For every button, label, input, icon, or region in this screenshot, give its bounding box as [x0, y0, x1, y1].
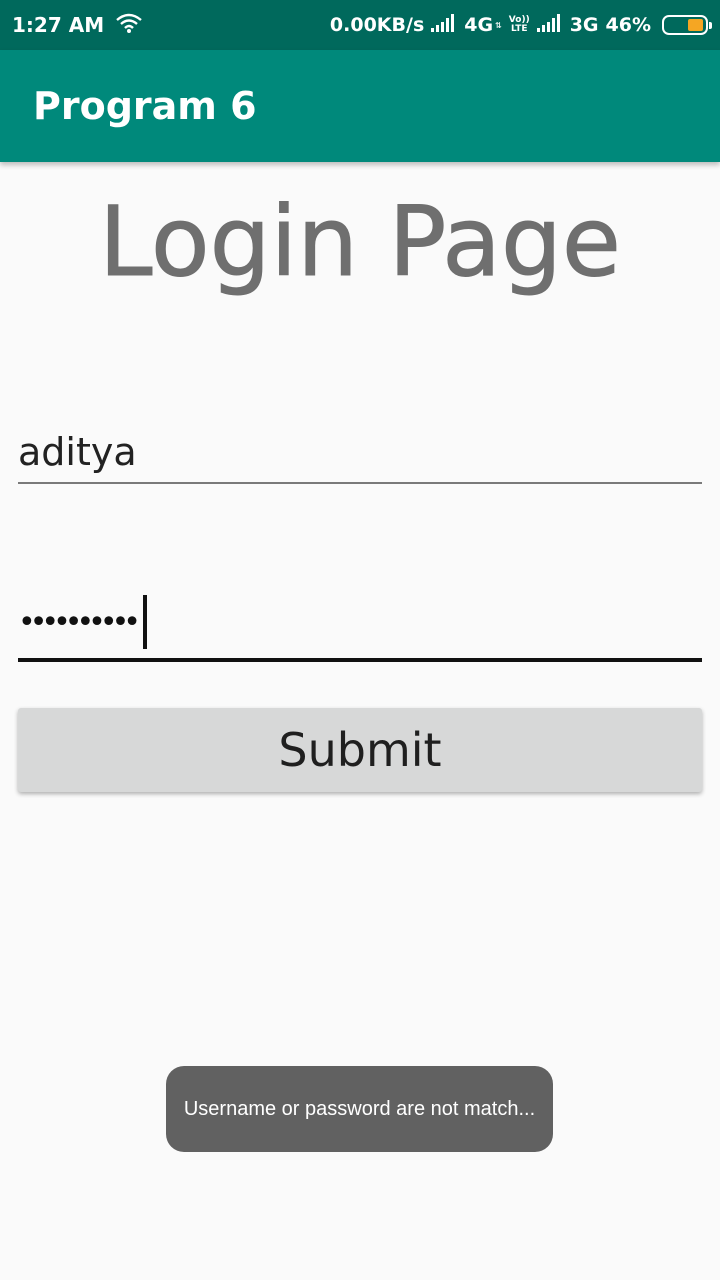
password-dots: ••••••••••	[18, 594, 147, 650]
login-heading-text: Login Page	[99, 186, 621, 298]
login-heading: Login Page	[99, 186, 622, 299]
password-mask: ••••••••••	[18, 604, 141, 640]
submit-label: Submit	[278, 723, 442, 777]
network-type-2: 3G	[569, 14, 599, 36]
wifi-icon	[116, 13, 142, 38]
toast-text: Username or password are not match...	[183, 1097, 536, 1120]
volte-bottom: LTE	[510, 24, 528, 34]
status-bar: 1:27 AM 0.00KB/s 4G ⇅ Vo)) LTE 3G 46%	[0, 0, 720, 50]
toast-message: Username or password are not match...	[166, 1066, 553, 1152]
data-arrows-icon: ⇅	[495, 20, 502, 30]
battery-fill	[688, 19, 703, 31]
submit-button[interactable]: Submit	[18, 708, 702, 792]
app-title: Program 6	[33, 84, 257, 128]
network-speed: 0.00KB/s	[329, 14, 425, 36]
volte-badge: Vo)) LTE	[509, 16, 530, 34]
battery-tip	[709, 22, 712, 29]
app-bar: Program 6	[0, 50, 720, 162]
signal-icon	[536, 13, 563, 38]
username-value: aditya	[18, 430, 137, 474]
battery-icon	[662, 15, 712, 35]
battery-percent: 46%	[605, 14, 651, 36]
text-cursor	[142, 595, 147, 649]
username-field[interactable]: aditya	[18, 420, 702, 484]
network-type-1: 4G	[464, 14, 494, 36]
password-field[interactable]: ••••••••••	[18, 590, 702, 662]
status-time: 1:27 AM	[12, 13, 105, 37]
signal-icon	[431, 13, 457, 38]
